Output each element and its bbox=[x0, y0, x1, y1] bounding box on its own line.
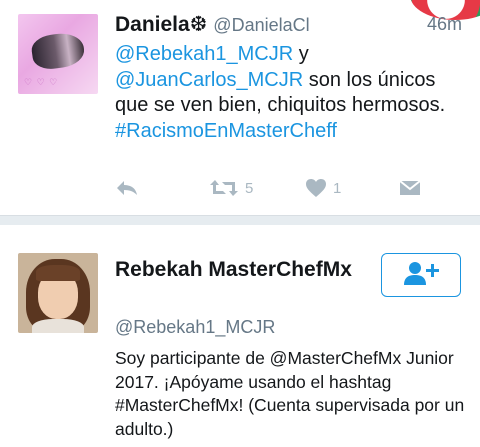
envelope-icon bbox=[399, 178, 421, 198]
retweet-count: 5 bbox=[245, 179, 254, 197]
avatar-photo bbox=[29, 30, 87, 72]
avatar[interactable]: ♡ ♡ ♡ bbox=[18, 14, 98, 94]
tweet-header: Daniela❆ @DanielaCl 46m bbox=[115, 12, 462, 38]
tweet-text-connector: y bbox=[293, 43, 309, 65]
section-divider bbox=[0, 215, 480, 225]
tweet-text: @Rebekah1_MCJR y @JuanCarlos_MCJR son lo… bbox=[115, 42, 465, 144]
like-button[interactable]: 1 bbox=[305, 178, 341, 198]
avatar-bangs bbox=[36, 265, 80, 281]
tweet[interactable]: ♡ ♡ ♡ Daniela❆ @DanielaCl 46m @Rebekah1_… bbox=[0, 0, 480, 215]
mention-link[interactable]: @Rebekah1_MCJR bbox=[115, 43, 293, 65]
retweet-icon bbox=[209, 178, 239, 198]
profile-handle[interactable]: @Rebekah1_MCJR bbox=[115, 317, 275, 338]
user-profile-card[interactable]: Rebekah MasterChefMx @Rebekah1_MCJR Soy … bbox=[0, 225, 480, 447]
author-name[interactable]: Daniela❆ bbox=[115, 12, 207, 37]
avatar[interactable] bbox=[18, 253, 98, 333]
hashtag-link[interactable]: #RacismoEnMasterCheff bbox=[115, 120, 337, 142]
heart-icon bbox=[305, 178, 327, 198]
author-handle[interactable]: @DanielaCl bbox=[213, 15, 309, 36]
profile-name[interactable]: Rebekah MasterChefMx bbox=[115, 256, 365, 283]
avatar-decoration: ♡ ♡ ♡ bbox=[24, 77, 59, 87]
retweet-button[interactable]: 5 bbox=[209, 178, 253, 198]
direct-message-button[interactable] bbox=[399, 178, 421, 198]
mention-link[interactable]: @JuanCarlos_MCJR bbox=[115, 69, 303, 91]
follow-button[interactable] bbox=[381, 253, 461, 297]
reply-button[interactable] bbox=[115, 178, 139, 198]
avatar-shirt bbox=[32, 319, 84, 333]
reply-icon bbox=[115, 178, 139, 198]
tweet-actions: 5 1 bbox=[115, 178, 445, 204]
like-count: 1 bbox=[333, 179, 342, 197]
profile-bio: Soy participante de @MasterChefMx Junior… bbox=[115, 348, 465, 439]
follow-user-icon bbox=[401, 260, 441, 291]
tweet-timestamp[interactable]: 46m bbox=[427, 14, 462, 35]
